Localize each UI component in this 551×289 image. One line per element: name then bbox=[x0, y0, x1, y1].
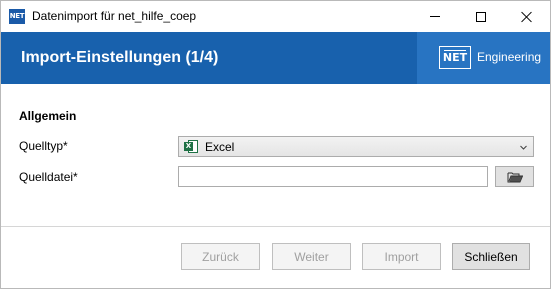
net-logo-icon: NET bbox=[439, 46, 471, 69]
brand-area: NET Engineering bbox=[417, 32, 550, 84]
maximize-icon bbox=[476, 11, 486, 22]
footer-divider bbox=[1, 226, 550, 227]
chevron-down-icon bbox=[520, 145, 527, 150]
minimize-button[interactable] bbox=[412, 1, 458, 32]
excel-icon: X bbox=[184, 140, 198, 153]
brand-name: Engineering bbox=[477, 50, 542, 64]
app-icon: NET bbox=[9, 9, 25, 24]
brand-logo-text: NET bbox=[442, 51, 468, 64]
title-bar: NET Datenimport für net_hilfe_coep bbox=[1, 1, 550, 32]
import-button[interactable]: Import bbox=[362, 243, 441, 270]
header-banner: Import-Einstellungen (1/4) NET Engineeri… bbox=[1, 32, 550, 84]
source-file-input[interactable] bbox=[178, 166, 488, 187]
next-button[interactable]: Weiter bbox=[272, 243, 351, 270]
close-icon bbox=[521, 11, 533, 23]
import-dialog-window: NET Datenimport für net_hilfe_coep Impor… bbox=[0, 0, 551, 289]
close-window-button[interactable] bbox=[504, 1, 550, 32]
maximize-button[interactable] bbox=[458, 1, 504, 32]
source-file-label: Quelldatei* bbox=[19, 170, 78, 184]
close-button[interactable]: Schließen bbox=[452, 243, 530, 270]
source-type-value: Excel bbox=[205, 140, 235, 154]
page-title: Import-Einstellungen (1/4) bbox=[21, 49, 219, 66]
source-type-select[interactable]: X Excel bbox=[178, 136, 534, 157]
source-type-label: Quelltyp* bbox=[19, 139, 68, 153]
section-title: Allgemein bbox=[19, 109, 77, 123]
browse-file-button[interactable] bbox=[495, 166, 534, 187]
window-title: Datenimport für net_hilfe_coep bbox=[32, 9, 197, 23]
folder-open-icon bbox=[507, 172, 523, 182]
minimize-icon bbox=[430, 16, 440, 17]
back-button[interactable]: Zurück bbox=[181, 243, 260, 270]
